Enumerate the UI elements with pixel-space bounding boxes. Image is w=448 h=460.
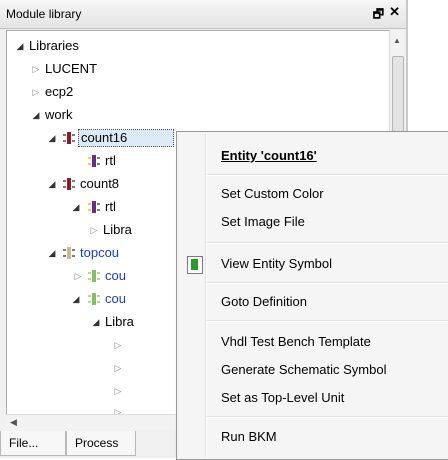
expand-arrow-icon[interactable]: ◢ [71, 196, 81, 218]
top-entity-icon [62, 246, 76, 260]
close-icon[interactable]: ✕ [389, 4, 400, 20]
menu-item-view-entity-symbol[interactable]: View Entity Symbol [221, 254, 332, 274]
tree-label: LUCENT [45, 61, 98, 76]
tab-files[interactable]: File... [0, 431, 66, 456]
tree-label: rtl [105, 199, 116, 214]
expand-arrow-icon[interactable]: ◢ [47, 127, 57, 149]
tree-label: topcou [80, 245, 120, 260]
float-window-icon[interactable]: 🗗 [373, 5, 384, 26]
expand-arrow-icon[interactable]: ◢ [47, 242, 57, 264]
tree-label: Libra [103, 222, 132, 237]
menu-item-entity[interactable]: Entity 'count16' [221, 146, 317, 166]
expand-arrow-icon[interactable]: ◢ [31, 104, 41, 126]
menu-item-set-custom-color[interactable]: Set Custom Color [221, 184, 324, 204]
panel-titlebar: Module library 🗗 ✕ [0, 0, 406, 29]
entity-symbol-icon [187, 256, 203, 274]
collapsed-arrow-icon[interactable]: ▷ [89, 219, 99, 241]
menu-item-set-image-file[interactable]: Set Image File [221, 212, 305, 232]
tree-label: ecp2 [45, 84, 74, 99]
tree-label: count8 [80, 176, 120, 191]
tree-node-ecp2[interactable]: ▷ ecp2 [7, 81, 389, 103]
scroll-left-icon[interactable]: ◀ [10, 417, 17, 428]
instance-icon [87, 269, 101, 283]
tab-process[interactable]: Process [66, 431, 136, 456]
collapsed-arrow-icon[interactable]: ▷ [31, 58, 41, 80]
collapsed-arrow-icon[interactable]: ▷ [113, 380, 123, 402]
menu-item-vhdl-test-bench[interactable]: Vhdl Test Bench Template [221, 332, 371, 352]
architecture-icon [87, 154, 101, 168]
tree-label: rtl [105, 153, 116, 168]
entity-icon [62, 177, 76, 191]
collapsed-arrow-icon[interactable]: ▷ [113, 357, 123, 379]
entity-icon [62, 131, 76, 145]
collapsed-arrow-icon[interactable]: ▷ [73, 265, 83, 287]
menu-item-run-bkm[interactable]: Run BKM [221, 427, 277, 447]
tree-label: work [45, 107, 73, 122]
expand-arrow-icon[interactable]: ◢ [71, 288, 81, 310]
collapsed-arrow-icon[interactable]: ▷ [31, 81, 41, 103]
tree-label: cou [105, 291, 126, 306]
expand-arrow-icon[interactable]: ◢ [47, 173, 57, 195]
menu-item-generate-schematic-symbol[interactable]: Generate Schematic Symbol [221, 360, 386, 380]
tree-node-work[interactable]: ◢ work [7, 104, 389, 126]
tree-node-lucent[interactable]: ▷ LUCENT [7, 58, 389, 80]
instance-icon [87, 292, 101, 306]
scroll-up-icon[interactable]: ▲ [393, 36, 401, 45]
tree-node-libraries[interactable]: ◢ Libraries [7, 35, 389, 57]
panel-title: Module library [6, 7, 82, 21]
expand-arrow-icon[interactable]: ◢ [91, 311, 101, 333]
tree-label-selected: count16 [78, 129, 174, 147]
context-menu: Entity 'count16' Set Custom Color Set Im… [176, 131, 448, 460]
tree-label: Libra [105, 314, 134, 329]
expand-arrow-icon[interactable]: ◢ [15, 35, 25, 57]
tree-label: Libraries [29, 38, 79, 53]
menu-item-set-top-level[interactable]: Set as Top-Level Unit [221, 388, 344, 408]
architecture-icon [87, 200, 101, 214]
menu-item-goto-definition[interactable]: Goto Definition [221, 292, 307, 312]
collapsed-arrow-icon[interactable]: ▷ [113, 334, 123, 356]
tree-label: cou [105, 268, 126, 283]
